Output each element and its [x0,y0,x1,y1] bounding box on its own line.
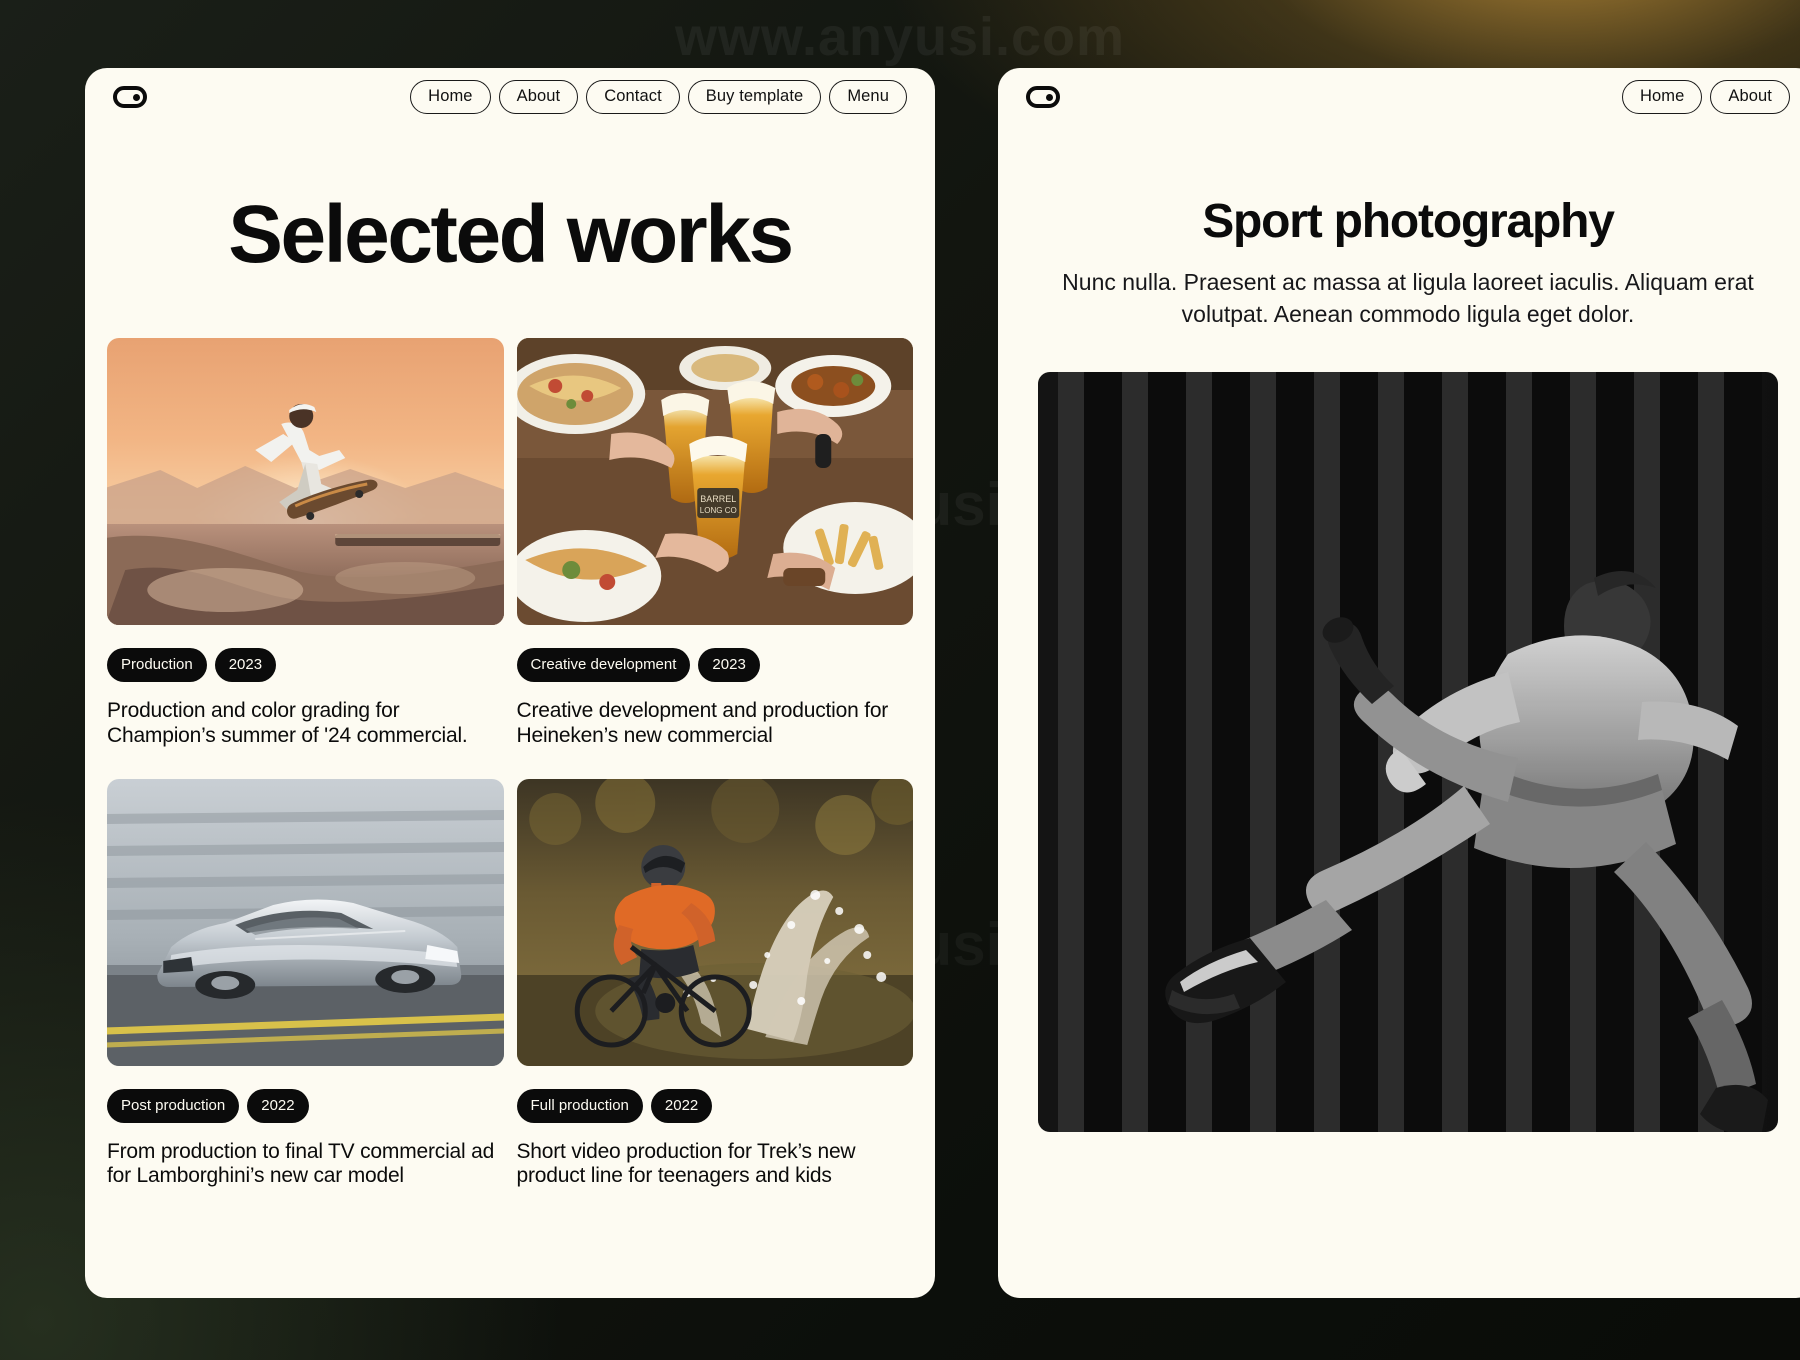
main-nav-sport: Home About [1621,80,1790,114]
sport-page-title: Sport photography [1202,195,1615,248]
tag-category[interactable]: Creative development [516,648,691,682]
work-card-tags: Post production 2022 [107,1088,504,1123]
tag-category[interactable]: Full production [516,1088,643,1123]
brand-logo-icon[interactable] [113,86,147,108]
work-card-caption: From production to final TV commercial a… [107,1139,495,1188]
work-card-tags: Creative development 2023 [516,648,914,682]
work-card-caption: Short video production for Trek’s new pr… [516,1139,856,1188]
watermark-top: www.anyusi.com [674,7,1126,67]
parkour-runner-bw-photo[interactable] [1038,372,1778,1133]
nav-item-about[interactable]: About [498,80,579,114]
tag-category[interactable]: Production [107,648,207,682]
sport-photography-page: Home About Sport photography Nunc nulla.… [998,68,1800,1298]
tag-year[interactable]: 2022 [247,1088,309,1123]
work-card-caption: Production and color grading for Champio… [107,699,468,747]
tag-year[interactable]: 2023 [214,648,277,682]
main-nav-works: Home About Contact Buy template Menu [410,80,907,114]
mountain-biker-splash-photo[interactable] [516,778,913,1066]
sport-page-subtitle: Nunc nulla. Praesent ac massa at ligula … [1062,269,1754,327]
tag-year[interactable]: 2023 [698,648,760,682]
page-title: Selected works [228,189,794,280]
work-card-caption: Creative development and production for … [516,699,889,747]
svg-text:LONG CO: LONG CO [699,506,736,515]
work-card-tags: Production 2023 [107,648,504,682]
work-card-tags: Full production 2022 [516,1088,914,1123]
work-card[interactable]: Production 2023 Production and color gra… [107,338,504,749]
tag-year[interactable]: 2022 [650,1088,713,1123]
nav-item-home[interactable]: Home [1621,80,1703,114]
svg-text:BARREL: BARREL [700,494,736,504]
site-header-works: Home About Contact Buy template Menu [85,68,935,126]
brand-logo-icon[interactable] [1026,86,1060,108]
sport-page-body: Sport photography Nunc nulla. Praesent a… [998,194,1800,1133]
nav-item-about[interactable]: About [1710,80,1790,114]
nav-item-home[interactable]: Home [410,80,491,114]
nav-item-contact[interactable]: Contact [586,80,680,114]
site-header-sport: Home About [998,68,1800,126]
works-grid: Production 2023 Production and color gra… [85,338,935,1189]
skateboarder-sunset-photo[interactable] [107,338,504,625]
nav-item-buy-template[interactable]: Buy template [687,80,822,114]
nav-item-menu[interactable]: Menu [829,80,907,114]
work-card[interactable]: Post production 2022 From production to … [107,778,504,1190]
silver-supercar-photo[interactable] [107,778,504,1066]
selected-works-page: Home About Contact Buy template Menu Sel… [85,68,935,1298]
work-card[interactable]: Full production 2022 Short video product… [516,778,914,1190]
work-card[interactable]: BARREL LONG CO Creative development 2023… [516,338,914,749]
beer-cheers-table-photo[interactable]: BARREL LONG CO [516,338,913,625]
tag-category[interactable]: Post production [107,1088,240,1123]
